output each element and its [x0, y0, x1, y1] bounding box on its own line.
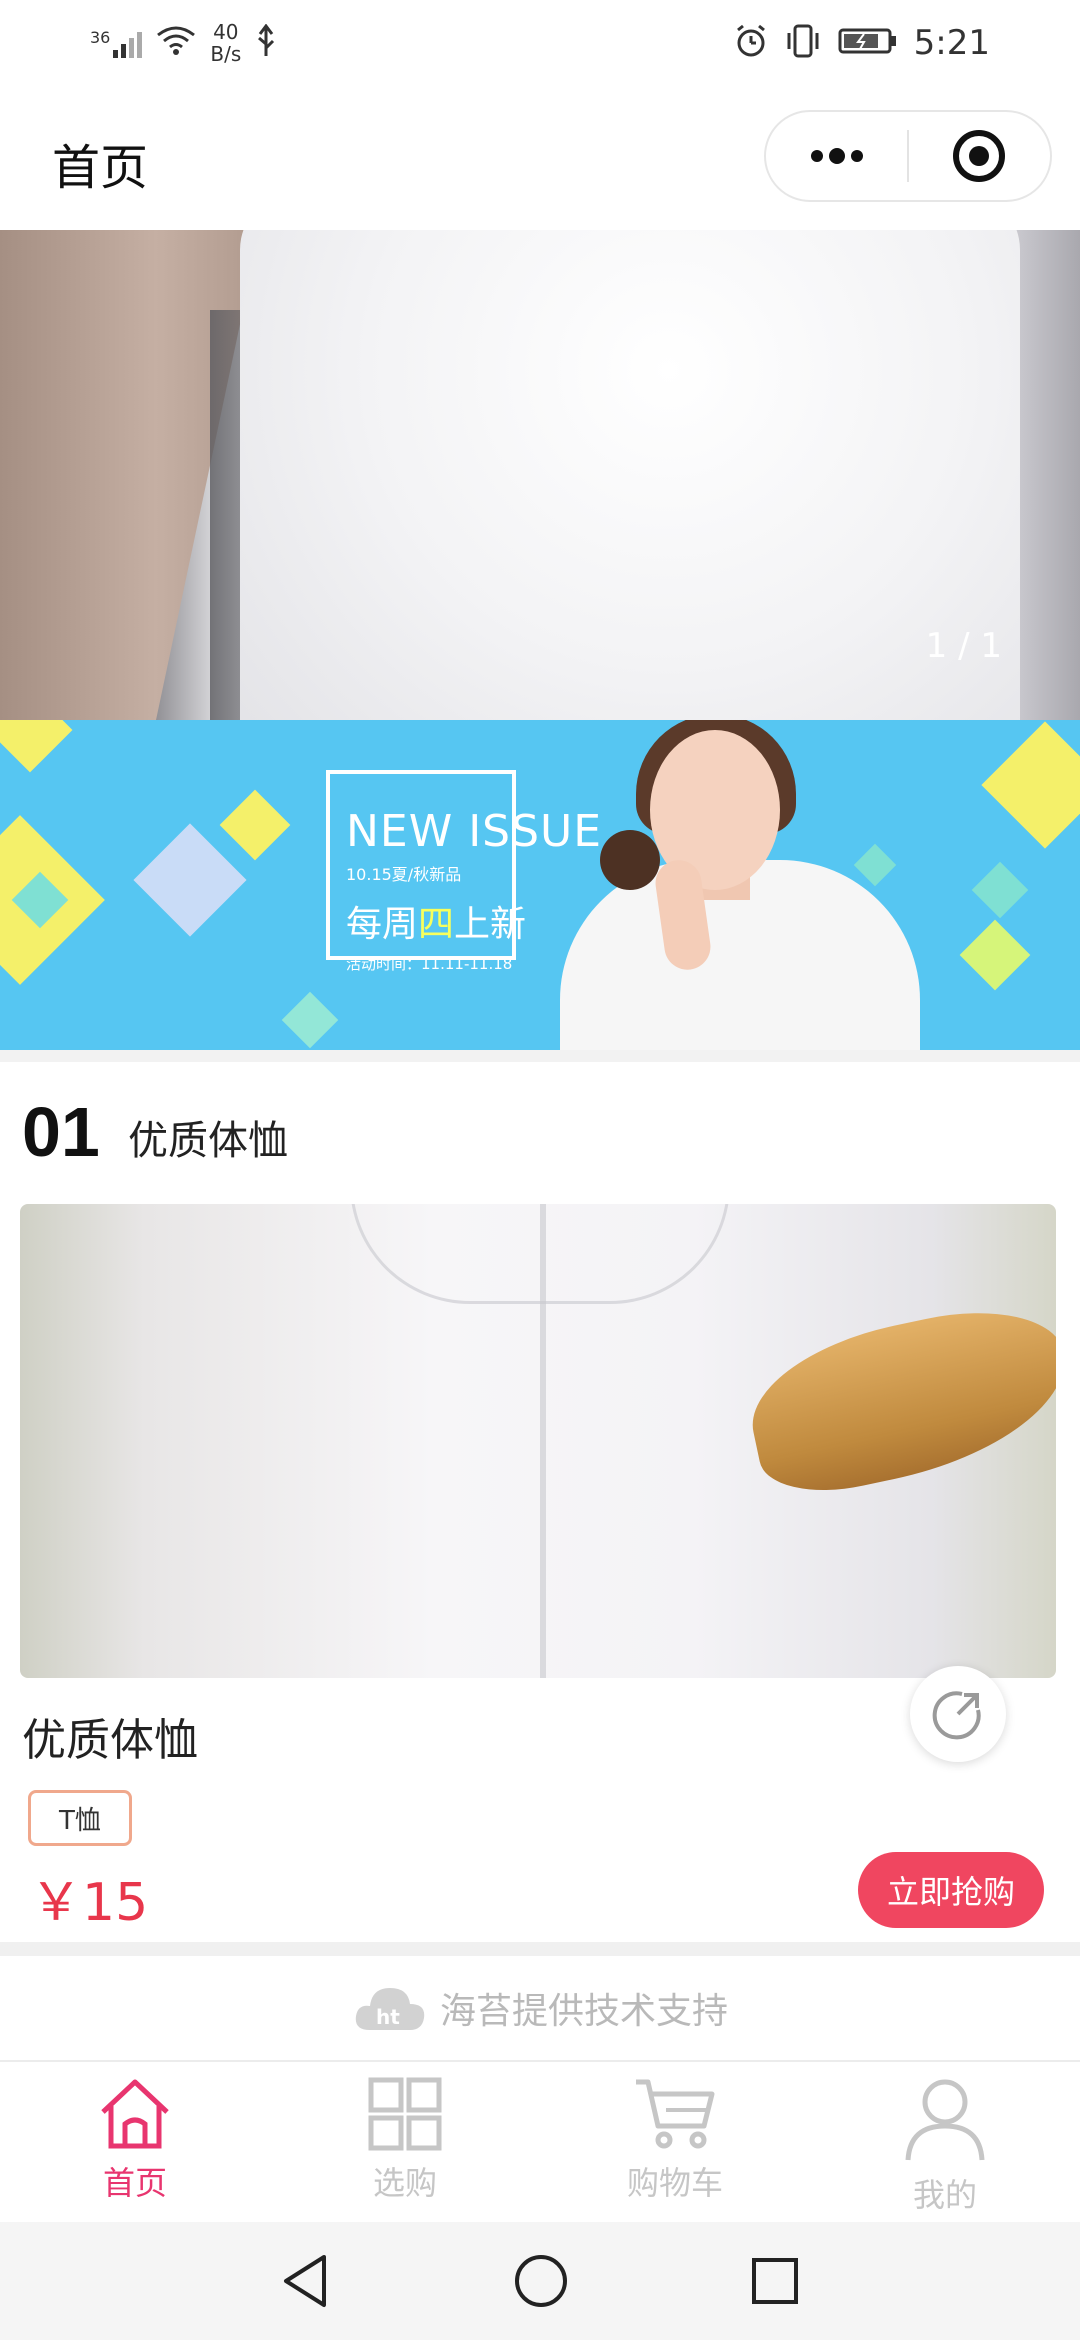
promo-banner[interactable]: NEW ISSUE 10.15夏/秋新品 每周四上新 活动时间：11.11-11… [0, 720, 1080, 1050]
slide-indicator: 1 / 1 [925, 626, 1002, 666]
svg-text:ht: ht [376, 2005, 400, 2029]
battery-icon [838, 26, 898, 60]
alarm-icon [734, 24, 768, 62]
back-icon[interactable] [280, 2253, 332, 2309]
tab-cart[interactable]: 购物车 [540, 2062, 810, 2222]
more-button[interactable] [766, 112, 907, 200]
home-icon [101, 2079, 169, 2149]
product-image[interactable] [20, 1204, 1056, 1678]
product-name: 优质体恤 [22, 1715, 198, 1766]
cart-icon [636, 2079, 715, 2149]
section-title: 优质体恤 [128, 1118, 288, 1164]
signal-icon: 36 [90, 28, 143, 58]
section-header: 01 优质体恤 [0, 1062, 1080, 1202]
tab-label: 选购 [372, 2164, 437, 2202]
target-close-icon [953, 130, 1006, 182]
cloud-icon: ht [355, 1988, 425, 2030]
network-type: 36 [90, 28, 111, 47]
tab-label: 购物车 [626, 2164, 723, 2202]
promo-model-image [540, 720, 940, 1050]
product-card[interactable]: 优质体恤 T恤 ￥15 立即抢购 [0, 1202, 1080, 1942]
usb-icon [255, 23, 277, 62]
home-circle-icon[interactable] [513, 2253, 569, 2309]
mini-program-capsule [764, 110, 1052, 202]
more-dots-icon [810, 148, 863, 164]
footer-divider [0, 1942, 1080, 1956]
product-price: ￥15 [30, 1873, 149, 1933]
user-icon [905, 2079, 985, 2161]
tab-shop[interactable]: 选购 [270, 2062, 540, 2222]
tab-bar: 首页 选购 购物车 我的 [0, 2060, 1080, 2222]
vibrate-icon [784, 24, 822, 62]
status-right: 5:21 [734, 18, 990, 68]
banner-slider[interactable]: 1 / 1 [0, 230, 1080, 720]
tab-home[interactable]: 首页 [0, 2062, 270, 2222]
network-speed: 40 B/s [210, 20, 242, 66]
share-button[interactable] [910, 1666, 1006, 1762]
page-title: 首页 [52, 140, 149, 196]
recents-icon[interactable] [750, 2256, 800, 2306]
tab-label: 我的 [912, 2176, 977, 2214]
clock: 5:21 [913, 23, 990, 63]
section-number: 01 [22, 1093, 100, 1171]
status-bar: 36 40 B/s 5:21 [0, 0, 1080, 86]
close-button[interactable] [909, 112, 1050, 200]
banner-image-shirt [240, 230, 1020, 720]
tab-label: 首页 [102, 2164, 167, 2202]
tech-support-text: 海苔提供技术支持 [439, 1991, 728, 2032]
share-icon [932, 1691, 981, 1740]
section-divider [0, 1050, 1080, 1062]
product-tag: T恤 [28, 1790, 132, 1846]
nav-bar: 首页 [0, 86, 1080, 230]
buy-now-button[interactable]: 立即抢购 [858, 1852, 1044, 1928]
wifi-icon [156, 25, 196, 61]
tab-mine[interactable]: 我的 [810, 2062, 1080, 2222]
status-left: 36 40 B/s [90, 18, 277, 68]
tech-support: ht 海苔提供技术支持 [0, 1956, 1080, 2060]
grid-icon [368, 2077, 442, 2151]
system-nav-bar [0, 2222, 1080, 2340]
